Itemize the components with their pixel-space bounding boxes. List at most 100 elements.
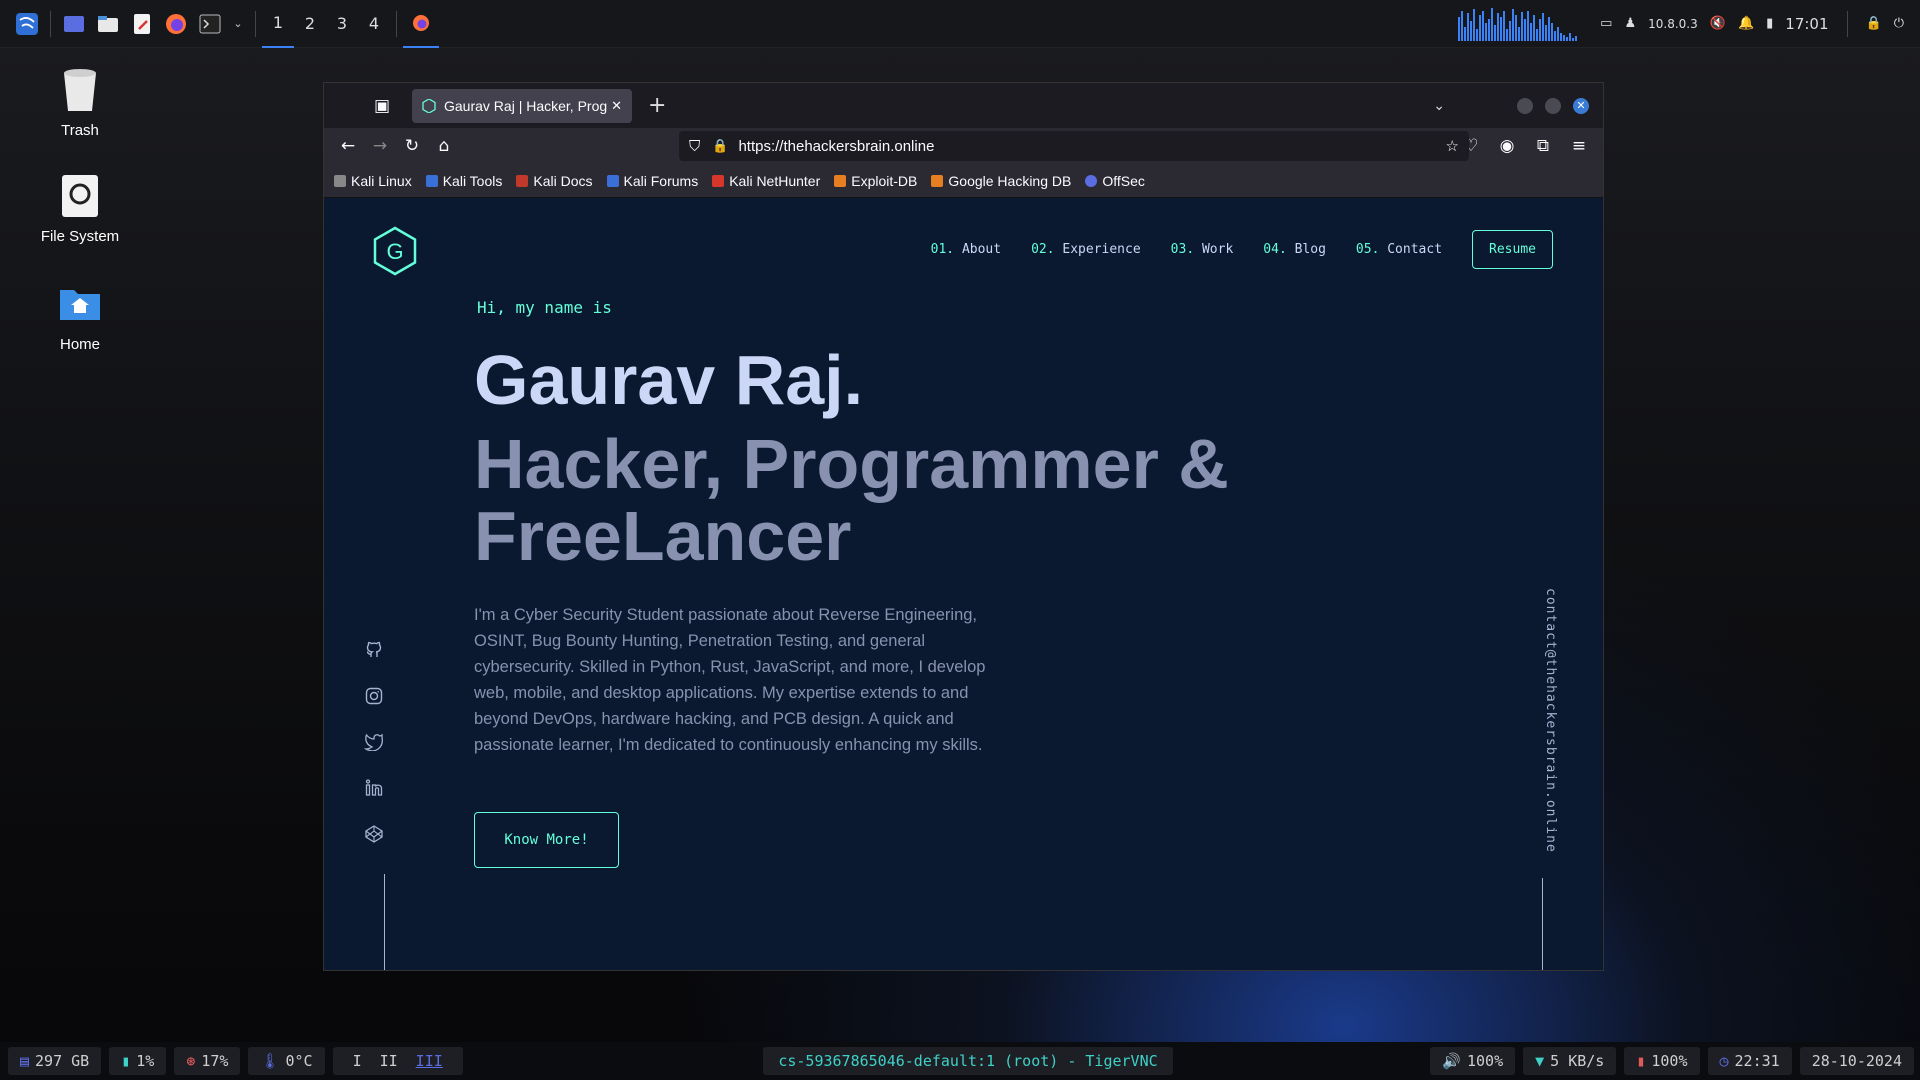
web-page: G 01. About 02. Experience 03. Work 04. …	[324, 198, 1603, 970]
chevron-down-icon[interactable]: ⌄	[231, 11, 245, 37]
nav-num: 01.	[930, 242, 955, 257]
site-nav: 01. About 02. Experience 03. Work 04. Bl…	[931, 230, 1553, 269]
bookmark-google-hacking-db[interactable]: Google Hacking DB	[931, 173, 1071, 189]
notifications-icon[interactable]: 🔔	[1738, 16, 1754, 31]
extensions-icon[interactable]: ⧉	[1527, 131, 1559, 161]
ram-value: 17%	[201, 1052, 229, 1070]
bottom-clock[interactable]: ◷ 22:31	[1707, 1047, 1792, 1075]
contact-email-link[interactable]: contact@thehackersbrain.online	[1543, 588, 1558, 853]
nav-work[interactable]: 03. Work	[1171, 242, 1234, 257]
power-icon[interactable]: ⏻	[1894, 16, 1904, 31]
close-tab-icon[interactable]: ✕	[611, 98, 622, 114]
file-manager-icon[interactable]	[95, 11, 121, 37]
bookmark-star-icon[interactable]: ☆	[1446, 137, 1459, 155]
home-icon[interactable]: ⌂	[428, 131, 460, 161]
tab-title: Gaurav Raj | Hacker, Prog	[444, 97, 608, 114]
right-divider-line	[1542, 878, 1543, 970]
hero-name: Gaurav Raj.	[474, 341, 864, 419]
lock-icon[interactable]: 🔒	[712, 138, 728, 154]
clock[interactable]: 17:01	[1785, 15, 1828, 33]
linkedin-icon[interactable]	[364, 778, 384, 798]
desktop-icon-file-system[interactable]: File System	[30, 172, 130, 245]
workspace-3[interactable]: 3	[326, 0, 358, 48]
bottom-workspace-2[interactable]: II	[380, 1052, 398, 1070]
bookmark-offsec[interactable]: OffSec	[1085, 173, 1145, 189]
battery-icon[interactable]: ▮	[1766, 16, 1773, 31]
bookmark-kali-tools[interactable]: Kali Tools	[425, 173, 502, 189]
hero-tagline: Hacker, Programmer & FreeLancer	[474, 425, 1229, 575]
resume-button[interactable]: Resume	[1472, 230, 1553, 269]
know-more-button[interactable]: Know More!	[474, 812, 619, 868]
nav-contact[interactable]: 05. Contact	[1356, 242, 1442, 257]
desktop-icon-home[interactable]: Home	[30, 280, 130, 353]
forward-icon[interactable]: →	[364, 131, 396, 161]
bookmark-label: Google Hacking DB	[948, 172, 1072, 189]
tab-bar: ▣ Gaurav Raj | Hacker, Prog ✕ + ⌄ ✕	[324, 83, 1603, 128]
left-divider-line	[384, 874, 385, 970]
back-icon[interactable]: ←	[332, 131, 364, 161]
separator	[1846, 10, 1848, 37]
home-folder-icon	[56, 280, 104, 328]
shield-icon[interactable]: ⛉	[689, 138, 700, 155]
nav-label: Contact	[1387, 242, 1443, 257]
new-tab-icon[interactable]: +	[648, 93, 666, 118]
cpu-icon: ▮	[121, 1052, 131, 1070]
github-icon[interactable]	[364, 640, 384, 660]
workspace-4[interactable]: 4	[358, 0, 390, 48]
minimize-button[interactable]	[1517, 97, 1533, 114]
account-icon[interactable]: ◉	[1491, 131, 1523, 161]
desktop-icon-trash[interactable]: Trash	[30, 66, 130, 139]
date-value: 28-10-2024	[1811, 1052, 1902, 1070]
close-window-button[interactable]: ✕	[1573, 97, 1589, 114]
site-logo[interactable]: G	[372, 226, 418, 280]
bookmark-kali-nethunter[interactable]: Kali NetHunter	[712, 173, 820, 189]
battery: ▮ 100%	[1624, 1047, 1700, 1075]
menu-icon[interactable]: ≡	[1563, 131, 1595, 161]
wifi-icon: ▼	[1535, 1052, 1545, 1070]
workspace-1[interactable]: 1	[262, 0, 294, 48]
lock-icon[interactable]: 🔒	[1866, 16, 1882, 31]
bookmark-kali-docs[interactable]: Kali Docs	[516, 173, 593, 189]
bookmark-label: Exploit-DB	[851, 172, 918, 189]
temp-value: 0°C	[285, 1052, 313, 1070]
bookmark-kali-forums[interactable]: Kali Forums	[606, 173, 698, 189]
nav-experience[interactable]: 02. Experience	[1031, 242, 1141, 257]
tab-active[interactable]: Gaurav Raj | Hacker, Prog ✕	[412, 88, 632, 123]
desktop-icon-label: File System	[40, 228, 120, 245]
maximize-button[interactable]	[1545, 97, 1561, 114]
kali-menu-icon[interactable]	[14, 11, 40, 37]
show-desktop-icon[interactable]	[61, 11, 87, 37]
bottom-workspace-3[interactable]: III	[416, 1052, 443, 1070]
instagram-icon[interactable]	[364, 686, 384, 706]
reload-icon[interactable]: ↻	[396, 131, 428, 161]
nav-about[interactable]: 01. About	[931, 242, 1001, 257]
firefox-icon[interactable]	[163, 11, 189, 37]
list-all-tabs-icon[interactable]: ⌄	[1433, 98, 1445, 114]
nav-blog[interactable]: 04. Blog	[1263, 242, 1326, 257]
display-icon[interactable]: ▭	[1600, 16, 1612, 31]
url-text[interactable]: https://thehackersbrain.online	[738, 138, 934, 155]
bookmark-label: Kali NetHunter	[729, 172, 821, 189]
network-speed[interactable]: ▼ 5 KB/s	[1523, 1047, 1617, 1075]
bookmark-exploit-db[interactable]: Exploit-DB	[834, 173, 917, 189]
workspace-2[interactable]: 2	[294, 0, 326, 48]
speaker-icon: 🔊	[1442, 1052, 1461, 1070]
social-links	[364, 640, 384, 844]
separator	[255, 10, 256, 37]
bookmark-kali-linux[interactable]: Kali Linux	[334, 173, 412, 189]
firefox-view-icon[interactable]: ▣	[366, 91, 398, 121]
bottom-date[interactable]: 28-10-2024	[1799, 1047, 1914, 1075]
favicon-icon	[422, 98, 436, 113]
twitter-icon[interactable]	[364, 732, 384, 752]
bottom-workspace-1[interactable]: I	[353, 1052, 362, 1070]
desktop-icon-label: Home	[59, 336, 100, 353]
codepen-icon[interactable]	[364, 824, 384, 844]
disk-usage: ▤ 297 GB	[8, 1047, 102, 1075]
url-bar[interactable]: ⛉ 🔒 https://thehackersbrain.online ☆	[679, 131, 1469, 161]
vpn-icon[interactable]: ♟	[1624, 16, 1636, 31]
volume[interactable]: 🔊 100%	[1430, 1047, 1516, 1075]
terminal-icon[interactable]	[197, 11, 223, 37]
taskbar-firefox-window[interactable]	[403, 0, 439, 48]
mute-icon[interactable]: 🔇	[1710, 16, 1726, 31]
text-editor-icon[interactable]	[129, 11, 155, 37]
